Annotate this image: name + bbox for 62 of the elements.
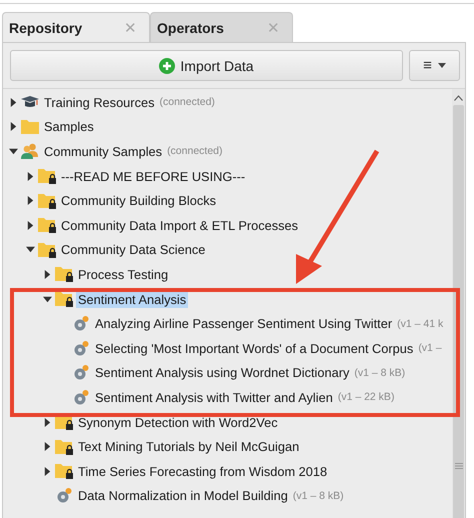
locked-folder-icon [38, 192, 56, 209]
tab-label: Operators [157, 20, 224, 36]
locked-folder-icon [38, 168, 56, 184]
scrollbar[interactable] [452, 89, 465, 518]
locked-folder-icon [55, 291, 73, 308]
expand-arrow-icon[interactable] [26, 196, 35, 206]
locked-folder-icon [38, 242, 56, 258]
caret-icon [438, 63, 446, 68]
gear-icon [72, 364, 90, 382]
plus-icon [159, 58, 176, 74]
grip-icon [454, 463, 462, 469]
tab[interactable]: Operators ✕ [150, 12, 293, 42]
expand-arrow-icon[interactable] [43, 442, 52, 452]
collapse-arrow-icon[interactable] [43, 294, 52, 304]
tree-item[interactable]: Sentiment Analysis using Wordnet Dictionary [93, 364, 352, 382]
item-note: (v1 – 8 kB) [292, 490, 344, 502]
expand-arrow-icon[interactable] [9, 98, 18, 107]
tree-item[interactable]: Samples [42, 118, 96, 136]
graduation-cap-icon [21, 96, 39, 108]
tree-item[interactable]: Selecting 'Most Important Words' of a Document Corpus [93, 340, 416, 357]
tree-item[interactable]: Text Mining Tutorials by Neil McGuigan [76, 438, 302, 456]
item-note: (connected) [167, 145, 223, 158]
tab-label: Repository [9, 20, 82, 36]
tree-item[interactable]: Process Testing [76, 266, 170, 283]
locked-folder-icon [38, 217, 56, 234]
tree-item[interactable]: Community Data Import & ETL Processes [59, 216, 300, 234]
expand-arrow-icon[interactable] [43, 418, 52, 427]
expand-arrow-icon[interactable] [43, 270, 52, 279]
expand-arrow-icon[interactable] [26, 220, 35, 230]
people-icon [21, 143, 39, 160]
item-note: (v1 – 22 kB) [338, 391, 394, 404]
expand-arrow-icon[interactable] [43, 466, 52, 476]
tree-item[interactable]: Data Normalization in Model Building [76, 487, 290, 504]
folder-icon [21, 119, 39, 134]
tree-item[interactable]: Synonym Detection with Word2Vec [76, 414, 280, 431]
gear-icon [72, 340, 90, 357]
tree-item[interactable]: Community Data Science [59, 241, 208, 258]
scroll-up-icon[interactable] [454, 95, 463, 101]
tree-item[interactable]: Community Samples [42, 142, 164, 160]
locked-folder-icon [55, 438, 73, 455]
tree-item[interactable]: Analyzing Airline Passenger Sentiment Using Twitter [93, 315, 394, 332]
menu-button[interactable]: ≡ [409, 50, 460, 81]
item-note: (v1 – [418, 342, 442, 354]
tab[interactable]: Repository ✕ [2, 12, 150, 42]
tree-item[interactable]: Time Series Forecasting from Wisdom 2018 [76, 462, 330, 480]
collapse-arrow-icon[interactable] [26, 245, 35, 254]
tree-item[interactable]: Training Resources [42, 94, 156, 111]
locked-folder-icon [55, 266, 73, 282]
gear-icon [56, 487, 72, 504]
gear-icon [72, 315, 90, 332]
expand-arrow-icon[interactable] [26, 172, 35, 181]
item-note: (v1 – 8 kB) [354, 366, 406, 379]
tree-item[interactable]: Sentiment Analysis with Twitter and Aylien [93, 388, 335, 406]
item-note: (connected) [159, 96, 215, 108]
collapse-arrow-icon[interactable] [9, 146, 18, 156]
import-data-button[interactable]: Import Data [10, 50, 403, 81]
locked-folder-icon [55, 463, 73, 480]
tree-item[interactable]: ---READ ME BEFORE USING--- [59, 168, 248, 185]
expand-arrow-icon[interactable] [9, 122, 18, 132]
tree-item[interactable]: Community Building Blocks [59, 192, 218, 210]
item-note: (v1 – 41 k [397, 318, 444, 330]
gear-icon [72, 388, 90, 406]
